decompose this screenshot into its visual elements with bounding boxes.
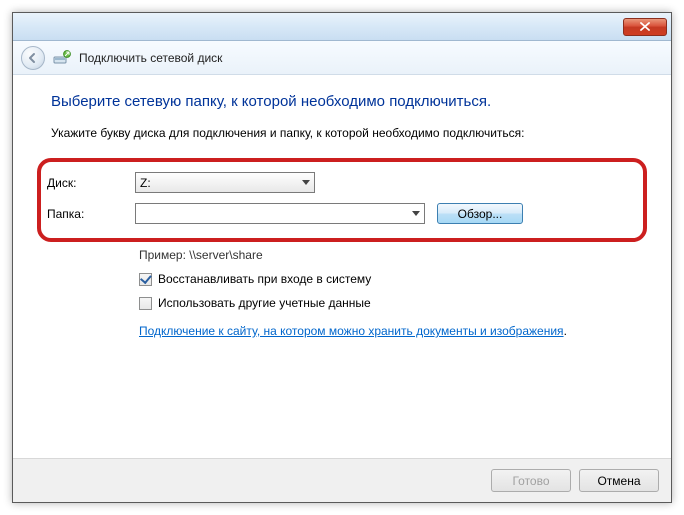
- connect-site-link[interactable]: Подключение к сайту, на котором можно хр…: [139, 324, 564, 338]
- page-heading: Выберите сетевую папку, к которой необхо…: [51, 93, 633, 110]
- folder-label: Папка:: [47, 207, 135, 221]
- link-suffix: .: [564, 324, 567, 338]
- close-button[interactable]: [623, 18, 667, 36]
- other-creds-row: Использовать другие учетные данные: [139, 296, 633, 310]
- reconnect-row: Восстанавливать при входе в систему: [139, 272, 633, 286]
- folder-row: Папка: Обзор...: [47, 203, 637, 224]
- drive-value: Z:: [140, 176, 151, 190]
- finish-button[interactable]: Готово: [491, 469, 571, 492]
- drive-label: Диск:: [47, 176, 135, 190]
- example-text: Пример: \\server\share: [139, 248, 633, 262]
- connect-site-line: Подключение к сайту, на котором можно хр…: [139, 320, 633, 338]
- network-drive-icon: [53, 49, 71, 67]
- header-bar: Подключить сетевой диск: [13, 41, 671, 75]
- chevron-down-icon: [412, 211, 420, 217]
- chevron-down-icon: [302, 180, 310, 186]
- reconnect-checkbox[interactable]: [139, 273, 152, 286]
- instruction-text: Укажите букву диска для подключения и па…: [51, 126, 633, 140]
- back-arrow-icon: [27, 52, 39, 64]
- other-creds-label: Использовать другие учетные данные: [158, 296, 371, 310]
- browse-button[interactable]: Обзор...: [437, 203, 523, 224]
- other-creds-checkbox[interactable]: [139, 297, 152, 310]
- titlebar: [13, 13, 671, 41]
- dialog-window: Подключить сетевой диск Выберите сетевую…: [12, 12, 672, 503]
- cancel-button[interactable]: Отмена: [579, 469, 659, 492]
- close-icon: [640, 22, 650, 31]
- content-area: Выберите сетевую папку, к которой необхо…: [13, 75, 671, 458]
- folder-combobox[interactable]: [135, 203, 425, 224]
- reconnect-label: Восстанавливать при входе в систему: [158, 272, 371, 286]
- footer-bar: Готово Отмена: [13, 458, 671, 502]
- header-title: Подключить сетевой диск: [79, 51, 222, 65]
- highlight-annotation: Диск: Z: Папка: Обзор...: [37, 158, 647, 242]
- drive-row: Диск: Z:: [47, 172, 637, 193]
- drive-dropdown[interactable]: Z:: [135, 172, 315, 193]
- back-button[interactable]: [21, 46, 45, 70]
